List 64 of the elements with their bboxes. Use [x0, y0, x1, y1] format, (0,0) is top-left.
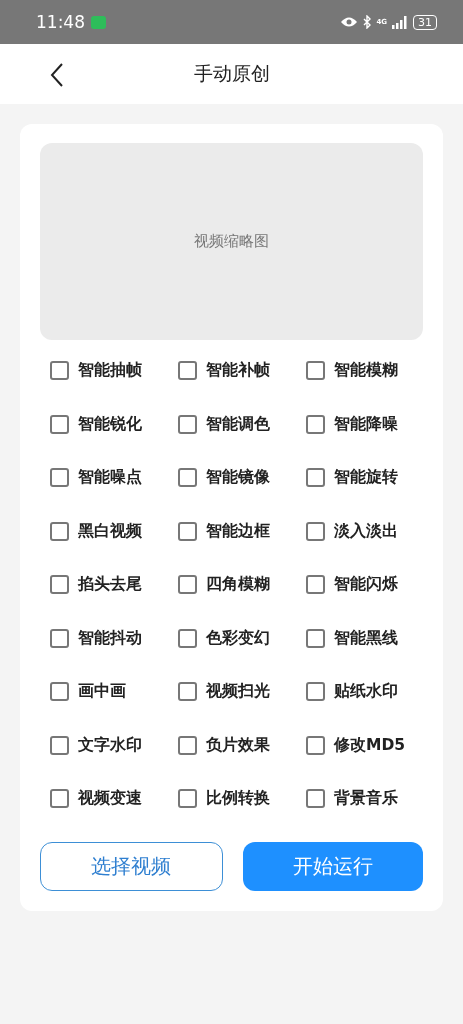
checkbox[interactable] [50, 575, 69, 594]
option-label: 修改MD5 [334, 734, 406, 756]
checkbox[interactable] [178, 414, 197, 434]
checkbox[interactable] [50, 468, 69, 487]
checkbox[interactable] [50, 682, 69, 701]
start-button[interactable]: 开始运行 [242, 842, 423, 891]
checkbox[interactable] [50, 628, 69, 648]
option-label: 色彩变幻 [206, 627, 270, 649]
option-label: 背景音乐 [334, 788, 398, 809]
option-label: 文字水印 [78, 734, 142, 756]
checkbox[interactable] [50, 521, 69, 541]
bluetooth-icon [363, 15, 372, 29]
option-label: 负片效果 [206, 734, 270, 756]
select-video-button[interactable]: 选择视频 [40, 842, 223, 891]
checkbox[interactable] [178, 521, 197, 541]
checkbox[interactable] [306, 414, 325, 434]
status-time: 11:48 [36, 12, 85, 32]
checkbox[interactable] [306, 521, 325, 541]
option-label: 淡入淡出 [334, 520, 398, 542]
checkbox[interactable] [306, 361, 325, 380]
checkbox[interactable] [50, 789, 69, 808]
option-label: 智能噪点 [78, 467, 142, 488]
option-label: 四角模糊 [206, 574, 270, 595]
option-label: 比例转换 [206, 788, 270, 809]
option-label: 智能边框 [206, 520, 270, 542]
checkbox[interactable] [50, 361, 69, 380]
battery-level: 31 [413, 14, 437, 30]
back-icon[interactable] [50, 62, 64, 88]
checkbox[interactable] [178, 789, 197, 808]
page-title: 手动原创 [193, 61, 270, 86]
checkbox[interactable] [178, 628, 197, 648]
option-label: 智能降噪 [334, 413, 398, 435]
signal-icon [392, 15, 408, 29]
checkbox[interactable] [178, 468, 197, 487]
checkbox[interactable] [306, 735, 325, 755]
checkbox[interactable] [306, 575, 325, 594]
option-label: 智能闪烁 [334, 574, 398, 595]
option-label: 视频扫光 [206, 681, 270, 702]
option-label: 智能抖动 [78, 627, 142, 649]
option-label: 智能补帧 [206, 360, 270, 381]
checkbox[interactable] [178, 575, 197, 594]
option-label: 黑白视频 [78, 520, 142, 542]
option-label: 智能模糊 [334, 360, 398, 381]
option-label: 视频变速 [78, 788, 142, 809]
option-label: 智能黑线 [334, 627, 398, 649]
checkbox[interactable] [50, 414, 69, 434]
option-label: 贴纸水印 [334, 681, 398, 702]
option-label: 掐头去尾 [78, 574, 142, 595]
eye-icon [340, 16, 359, 28]
checkbox[interactable] [50, 735, 69, 755]
option-label: 智能镜像 [206, 467, 270, 488]
option-label: 画中画 [78, 681, 126, 702]
option-label: 智能抽帧 [78, 360, 142, 381]
checkbox[interactable] [306, 682, 325, 701]
checkbox[interactable] [178, 682, 197, 701]
option-label: 智能锐化 [78, 413, 142, 435]
checkbox[interactable] [306, 628, 325, 648]
checkbox[interactable] [306, 468, 325, 487]
checkbox[interactable] [178, 361, 197, 380]
thumbnail-label: 视频缩略图 [194, 232, 269, 251]
checkbox[interactable] [178, 735, 197, 755]
option-label: 智能旋转 [334, 467, 398, 488]
checkbox[interactable] [306, 789, 325, 808]
option-label: 智能调色 [206, 413, 270, 435]
